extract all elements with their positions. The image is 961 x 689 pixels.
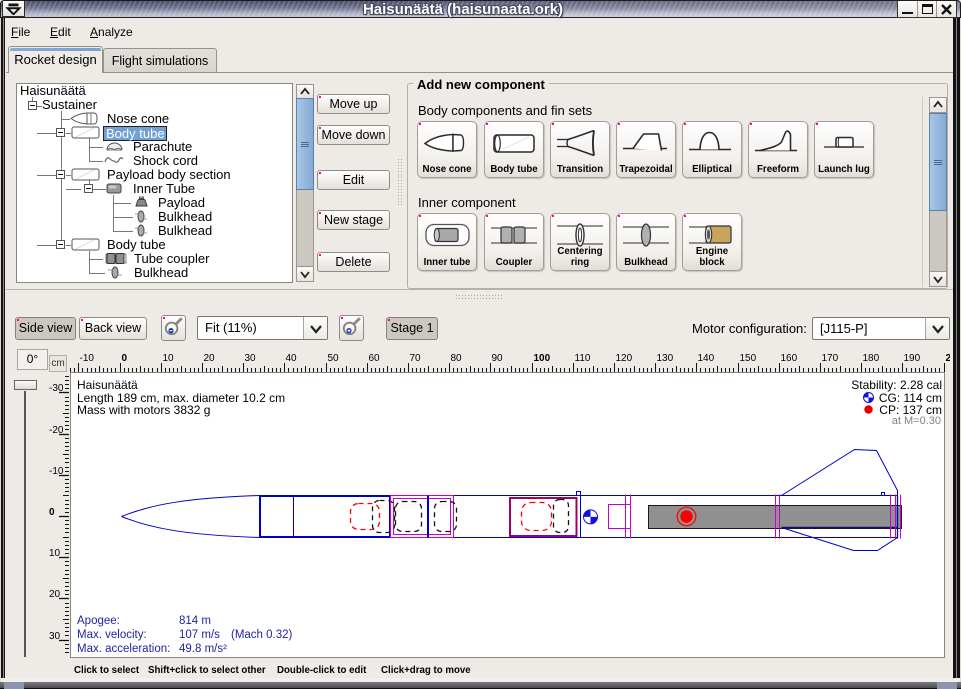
svg-text:100: 100 — [534, 353, 551, 364]
svg-text:-20: -20 — [49, 425, 64, 436]
svg-text:10: 10 — [163, 353, 175, 364]
svg-text:20: 20 — [49, 589, 61, 600]
svg-text:20: 20 — [204, 353, 216, 364]
svg-text:-10: -10 — [80, 353, 95, 364]
svg-text:110: 110 — [575, 353, 591, 364]
svg-text:50: 50 — [328, 353, 340, 364]
svg-text:130: 130 — [657, 353, 674, 364]
svg-text:190: 190 — [904, 353, 921, 364]
svg-text:0: 0 — [122, 353, 128, 364]
svg-text:170: 170 — [822, 353, 839, 364]
svg-text:200: 200 — [946, 353, 951, 364]
svg-text:180: 180 — [863, 353, 880, 364]
svg-text:40: 40 — [286, 353, 298, 364]
svg-text:60: 60 — [369, 353, 381, 364]
svg-text:30: 30 — [49, 631, 61, 642]
svg-text:140: 140 — [698, 353, 715, 364]
svg-text:70: 70 — [410, 353, 422, 364]
svg-text:150: 150 — [740, 353, 757, 364]
svg-text:10: 10 — [49, 548, 61, 559]
svg-text:120: 120 — [616, 353, 633, 364]
svg-text:160: 160 — [781, 353, 798, 364]
svg-text:-30: -30 — [49, 383, 64, 394]
svg-text:30: 30 — [245, 353, 257, 364]
svg-text:0: 0 — [49, 507, 55, 518]
svg-text:90: 90 — [492, 353, 504, 364]
svg-text:-10: -10 — [49, 466, 64, 477]
svg-text:80: 80 — [451, 353, 463, 364]
